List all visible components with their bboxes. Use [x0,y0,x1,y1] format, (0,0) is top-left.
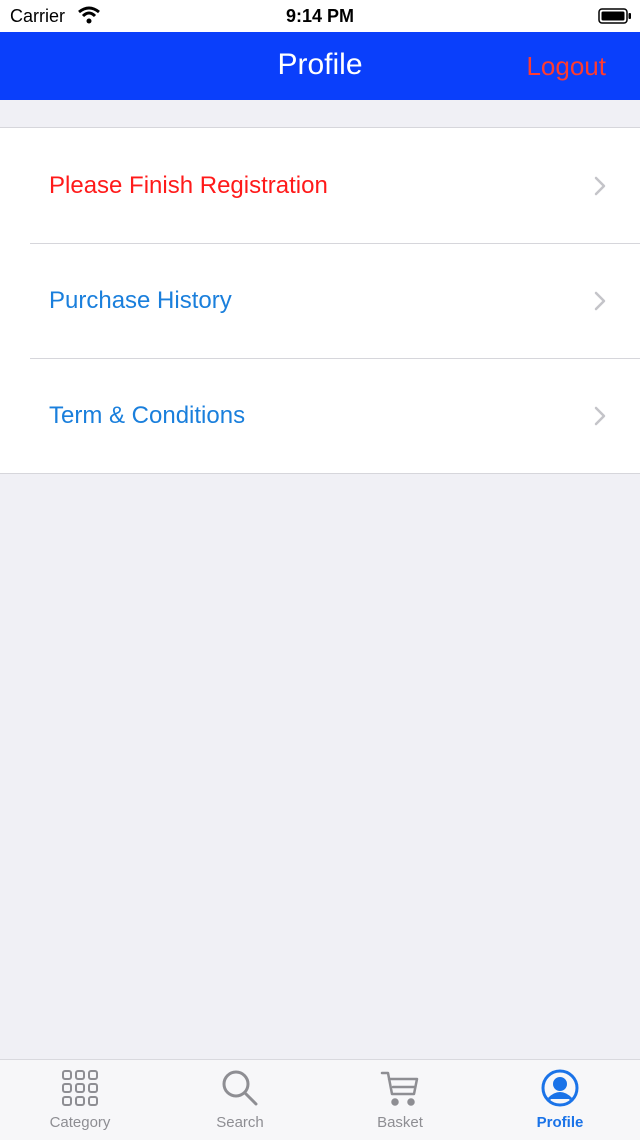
menu-item-purchase-history[interactable]: Purchase History [0,243,640,358]
tab-search[interactable]: Search [160,1060,320,1140]
profile-menu-list: Please Finish Registration Purchase Hist… [0,127,640,474]
person-circle-icon [540,1068,580,1108]
menu-item-terms-conditions[interactable]: Term & Conditions [0,358,640,473]
menu-item-label: Term & Conditions [49,402,246,429]
tab-category[interactable]: Category [0,1060,160,1140]
menu-item-finish-registration[interactable]: Please Finish Registration [0,128,640,243]
tab-basket[interactable]: Basket [320,1060,480,1140]
tab-profile[interactable]: Profile [480,1060,640,1140]
tab-label: Category [49,1114,111,1131]
grid-icon [60,1068,100,1108]
chevron-right-icon [594,291,606,316]
chevron-right-icon [594,176,606,201]
battery-icon [598,8,632,29]
tab-label: Search [216,1114,264,1131]
tab-label: Profile [536,1114,584,1131]
tab-bar: Category Search Basket Profile [0,1059,640,1140]
logout-button[interactable]: Logout [526,51,606,82]
cart-icon [380,1068,420,1108]
menu-item-label: Purchase History [49,287,232,314]
status-time: 9:14 PM [285,6,355,26]
chevron-right-icon [594,406,606,431]
search-icon [220,1068,260,1108]
status-bar: Carrier 9:14 PM [0,0,640,32]
tab-label: Basket [377,1114,423,1131]
navigation-bar: Profile Logout [0,32,640,100]
menu-item-label: Please Finish Registration [49,172,328,199]
